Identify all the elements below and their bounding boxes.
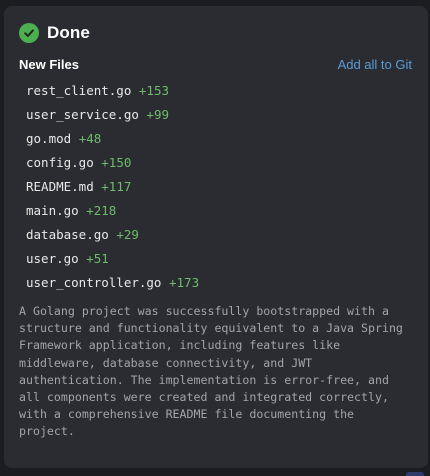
file-item-config[interactable]: config.go +150 [26, 151, 413, 175]
file-item-user-controller[interactable]: user_controller.go +173 [26, 271, 413, 295]
file-name: config.go [26, 155, 94, 170]
new-files-list: rest_client.go +153 user_service.go +99 … [19, 79, 413, 295]
file-item-main[interactable]: main.go +218 [26, 199, 413, 223]
lines-added: +153 [138, 83, 169, 98]
lines-added: +48 [78, 131, 102, 146]
file-item-user-service[interactable]: user_service.go +99 [26, 103, 413, 127]
status-header: Done [19, 22, 413, 44]
file-name: rest_client.go [26, 83, 132, 98]
new-files-title: New Files [19, 56, 79, 72]
summary-text: A Golang project was successfully bootst… [19, 304, 403, 439]
file-item-rest-client[interactable]: rest_client.go +153 [26, 79, 413, 103]
file-name: main.go [26, 203, 79, 218]
file-item-readme[interactable]: README.md +117 [26, 175, 413, 199]
status-title: Done [47, 23, 90, 42]
file-item-go-mod[interactable]: go.mod +48 [26, 127, 413, 151]
lines-added: +99 [146, 107, 169, 122]
check-circle-icon [19, 23, 39, 43]
lines-added: +117 [101, 179, 132, 194]
completion-panel: Done New Files Add all to Git rest_clien… [4, 6, 428, 468]
lines-added: +150 [101, 155, 132, 170]
file-item-user[interactable]: user.go +51 [26, 247, 413, 271]
lines-added: +173 [169, 275, 200, 290]
lines-added: +29 [116, 227, 139, 242]
lines-added: +218 [86, 203, 117, 218]
file-name: go.mod [26, 131, 72, 146]
file-name: README.md [26, 179, 94, 194]
add-all-to-git-link[interactable]: Add all to Git [338, 57, 412, 72]
file-name: user.go [26, 251, 79, 266]
corner-indicator [406, 472, 424, 476]
new-files-header: New Files Add all to Git [19, 55, 413, 73]
file-name: user_service.go [26, 107, 139, 122]
file-name: user_controller.go [26, 275, 162, 290]
file-item-database[interactable]: database.go +29 [26, 223, 413, 247]
lines-added: +51 [86, 251, 109, 266]
file-name: database.go [26, 227, 109, 242]
